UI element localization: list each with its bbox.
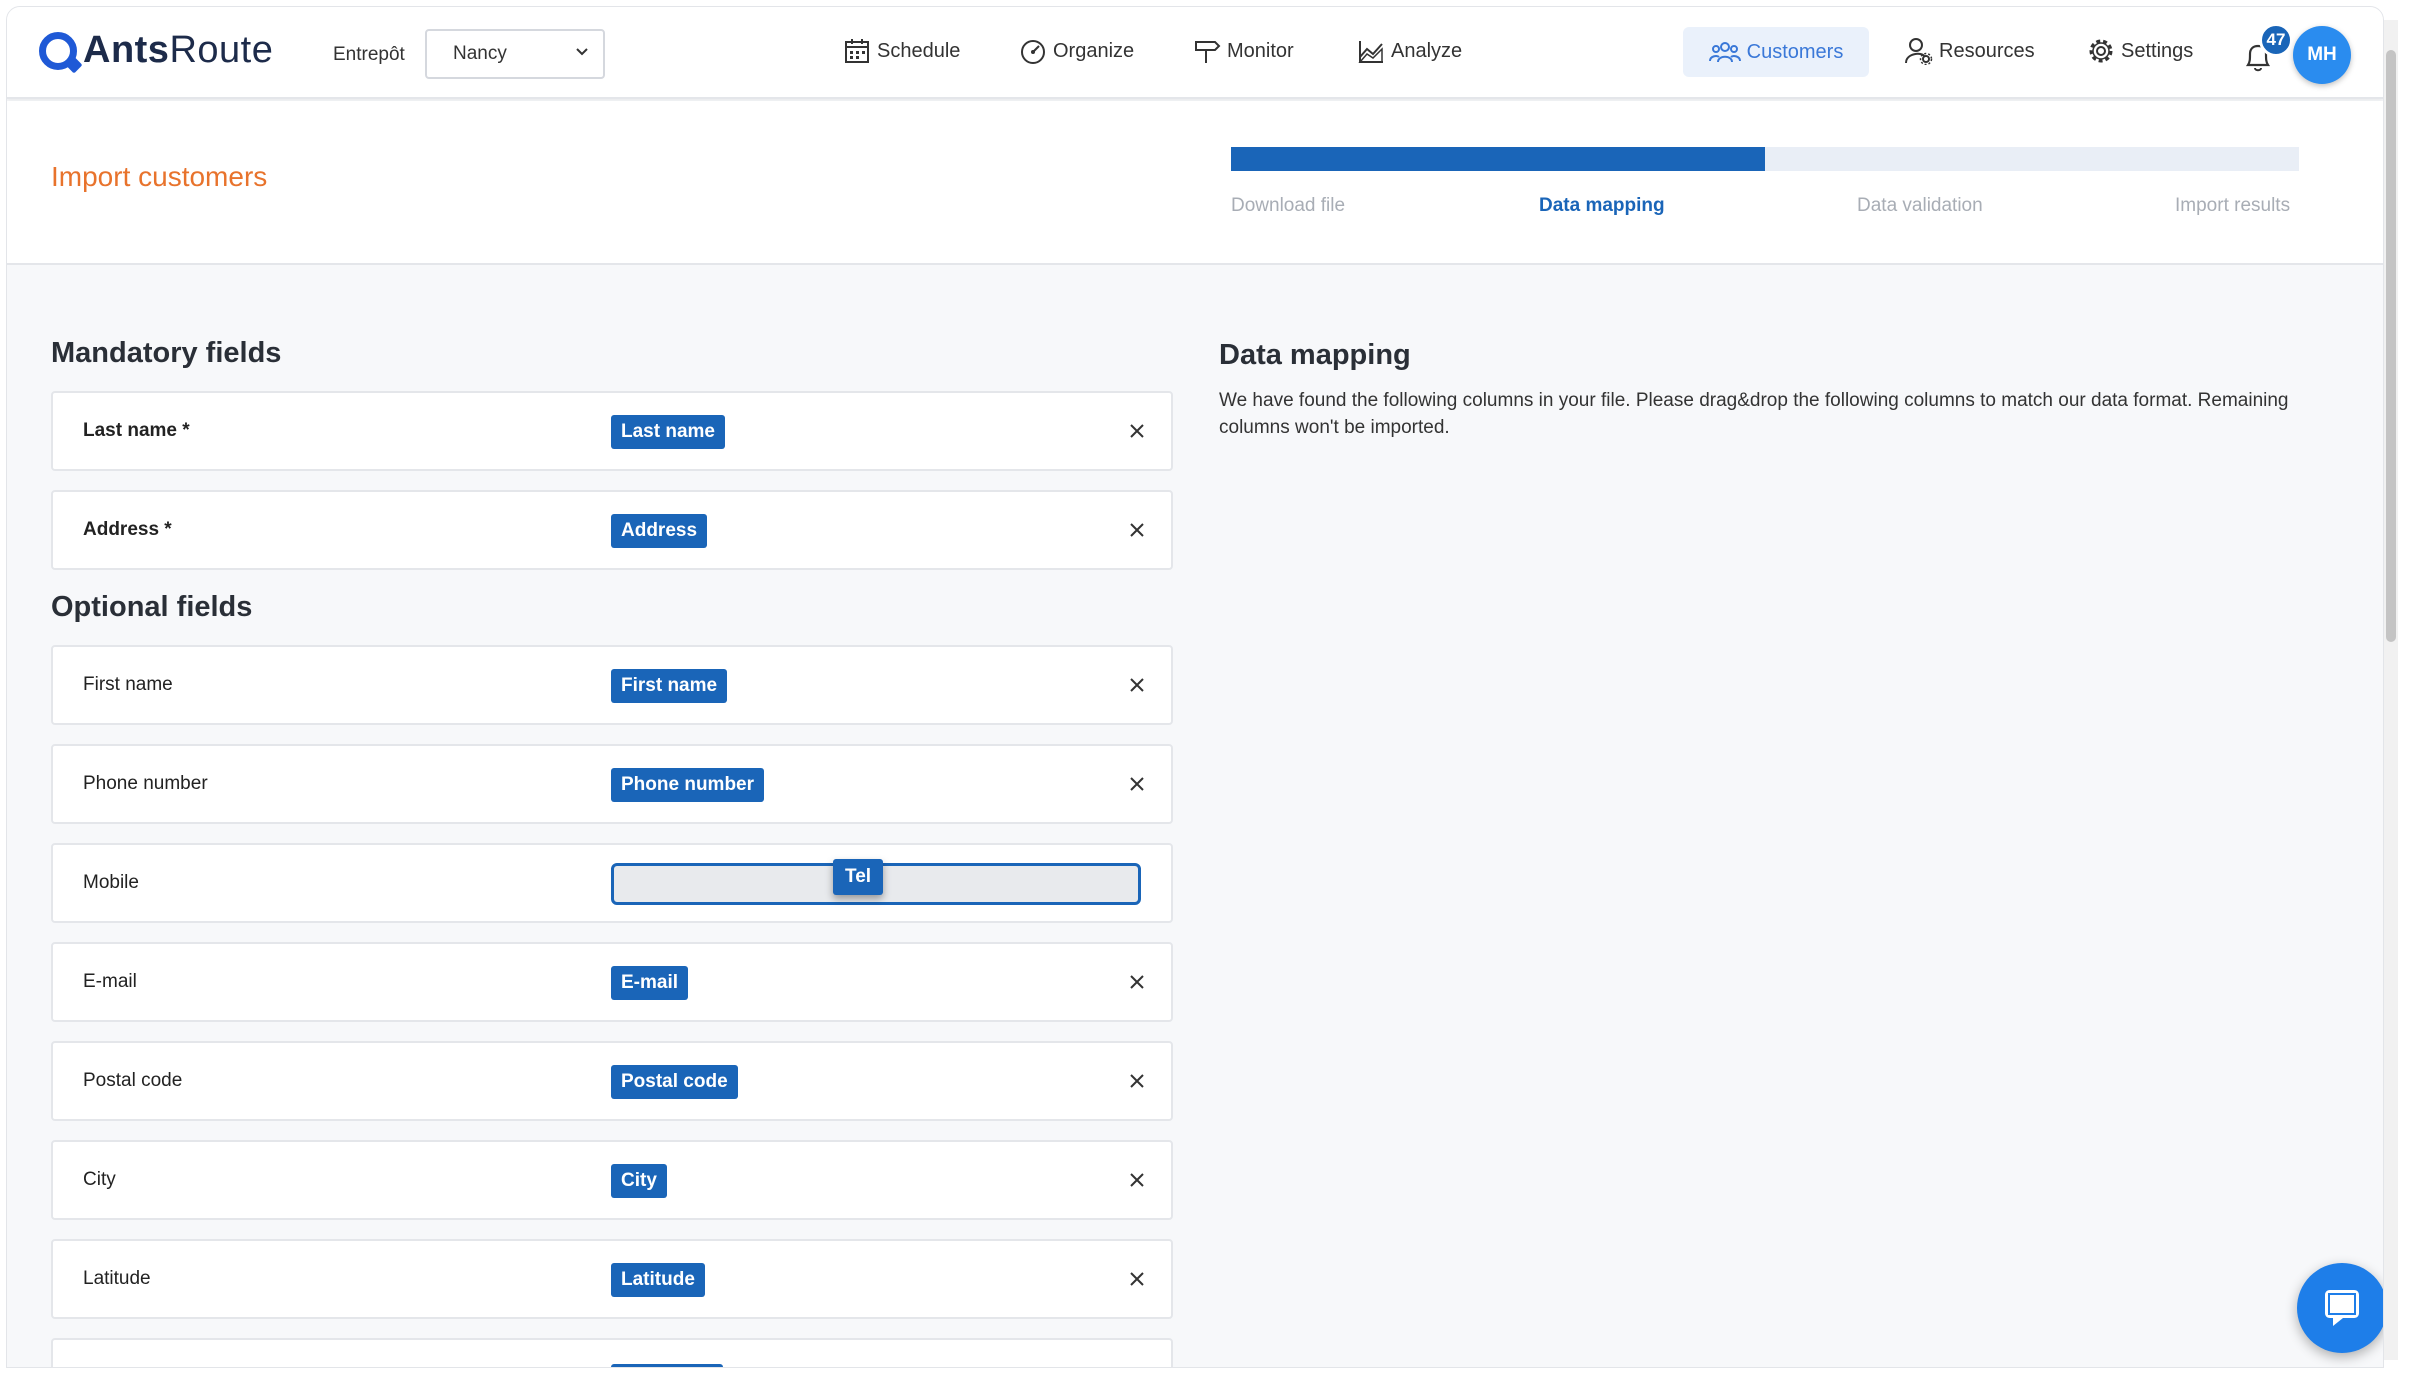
- field-label: City: [83, 1169, 116, 1190]
- nav-customers[interactable]: Customers: [1683, 27, 1869, 77]
- field-row-address[interactable]: Address * Address: [51, 490, 1173, 570]
- field-row-postal-code[interactable]: Postal code Postal code: [51, 1041, 1173, 1121]
- close-icon[interactable]: [1125, 772, 1149, 796]
- optional-fields-title: Optional fields: [51, 591, 253, 623]
- nav-analyze-label: Analyze: [1391, 39, 1463, 62]
- nav-analyze[interactable]: Analyze: [1357, 37, 1462, 65]
- import-progress-fill: [1231, 147, 1765, 171]
- app-window: AntsRoute Entrepôt Nancy Schedule Organi…: [6, 6, 2384, 1368]
- field-label: First name: [83, 674, 173, 695]
- chevron-down-icon: [576, 48, 588, 56]
- mandatory-fields-title: Mandatory fields: [51, 337, 282, 369]
- step-import-results: Import results: [2175, 195, 2291, 216]
- nav-schedule-label: Schedule: [877, 39, 961, 62]
- mapped-column-chip[interactable]: Postal code: [611, 1065, 738, 1099]
- data-mapping-description: We have found the following columns in y…: [1219, 390, 2289, 438]
- close-icon[interactable]: [1125, 1069, 1149, 1093]
- step-data-validation: Data validation: [1857, 195, 1983, 216]
- mapped-column-chip[interactable]: City: [611, 1164, 667, 1198]
- field-label: Last name *: [83, 420, 190, 441]
- step-data-mapping: Data mapping: [1539, 195, 1665, 216]
- depot-label: Entrepôt: [333, 44, 405, 65]
- nav-schedule[interactable]: Schedule: [843, 37, 960, 65]
- chat-icon: [2325, 1290, 2359, 1326]
- mapped-column-chip[interactable]: E-mail: [611, 966, 689, 1000]
- mapped-column-chip[interactable]: Phone number: [611, 768, 765, 802]
- field-row-phone-number[interactable]: Phone number Phone number: [51, 744, 1173, 824]
- mapped-column-chip[interactable]: Address: [611, 514, 708, 548]
- close-icon[interactable]: [1125, 518, 1149, 542]
- close-icon[interactable]: [1125, 1267, 1149, 1291]
- close-icon[interactable]: [1125, 673, 1149, 697]
- logo-text: AntsRoute: [83, 29, 274, 71]
- field-label: Latitude: [83, 1268, 151, 1289]
- depot-select-value: Nancy: [453, 43, 507, 64]
- top-navigation-bar: AntsRoute Entrepôt Nancy Schedule Organi…: [7, 7, 2383, 99]
- signpost-icon: [1195, 41, 1221, 63]
- nav-settings-label: Settings: [2121, 39, 2194, 62]
- field-row-latitude[interactable]: Latitude Latitude: [51, 1239, 1173, 1319]
- field-label: Mobile: [83, 872, 139, 893]
- notification-badge: 47: [2259, 23, 2293, 57]
- field-row-partial[interactable]: [51, 1338, 1173, 1367]
- field-label: Postal code: [83, 1070, 183, 1091]
- nav-customers-label: Customers: [1746, 40, 1844, 63]
- nav-settings[interactable]: Settings: [2087, 37, 2193, 65]
- users-icon: [1708, 42, 1741, 63]
- import-header: Import customers Download file Data mapp…: [7, 101, 2383, 265]
- nav-organize[interactable]: Organize: [1019, 37, 1134, 65]
- chart-icon: [1358, 41, 1383, 63]
- field-row-city[interactable]: City City: [51, 1140, 1173, 1220]
- scrollbar-thumb[interactable]: [2386, 50, 2396, 642]
- field-label: E-mail: [83, 971, 137, 992]
- dragging-column-chip[interactable]: Tel: [833, 859, 884, 895]
- avatar[interactable]: MH: [2293, 26, 2351, 84]
- user-gear-icon: [1905, 38, 1933, 65]
- import-progress-bar: [1231, 147, 2299, 171]
- field-label: Phone number: [83, 773, 208, 794]
- data-mapping-title: Data mapping: [1219, 339, 1411, 371]
- mapped-column-chip[interactable]: Last name: [611, 415, 725, 449]
- calendar-icon: [845, 39, 869, 63]
- field-row-email[interactable]: E-mail E-mail: [51, 942, 1173, 1022]
- chat-button[interactable]: [2297, 1263, 2383, 1353]
- close-icon[interactable]: [1125, 1168, 1149, 1192]
- close-icon[interactable]: [1125, 970, 1149, 994]
- nav-organize-label: Organize: [1053, 39, 1135, 62]
- page-title: Import customers: [51, 161, 268, 192]
- depot-select[interactable]: Nancy: [425, 29, 605, 79]
- field-row-mobile[interactable]: Mobile Tel: [51, 843, 1173, 923]
- field-label: Address *: [83, 519, 172, 540]
- nav-resources[interactable]: Resources: [1905, 37, 2035, 65]
- logo-mark-icon: [39, 31, 77, 70]
- speedometer-icon: [1021, 40, 1045, 64]
- mapped-column-chip[interactable]: Latitude: [611, 1263, 705, 1297]
- mapped-column-chip[interactable]: First name: [611, 669, 728, 703]
- gear-icon: [2089, 39, 2113, 63]
- close-icon[interactable]: [1125, 419, 1149, 443]
- field-row-last-name[interactable]: Last name * Last name: [51, 391, 1173, 471]
- app-logo[interactable]: AntsRoute: [39, 29, 273, 72]
- nav-resources-label: Resources: [1939, 39, 2035, 62]
- step-download-file: Download file: [1231, 195, 1346, 216]
- nav-monitor-label: Monitor: [1227, 39, 1294, 62]
- field-row-first-name[interactable]: First name First name: [51, 645, 1173, 725]
- mapped-column-chip[interactable]: [611, 1364, 723, 1367]
- nav-monitor[interactable]: Monitor: [1193, 37, 1294, 65]
